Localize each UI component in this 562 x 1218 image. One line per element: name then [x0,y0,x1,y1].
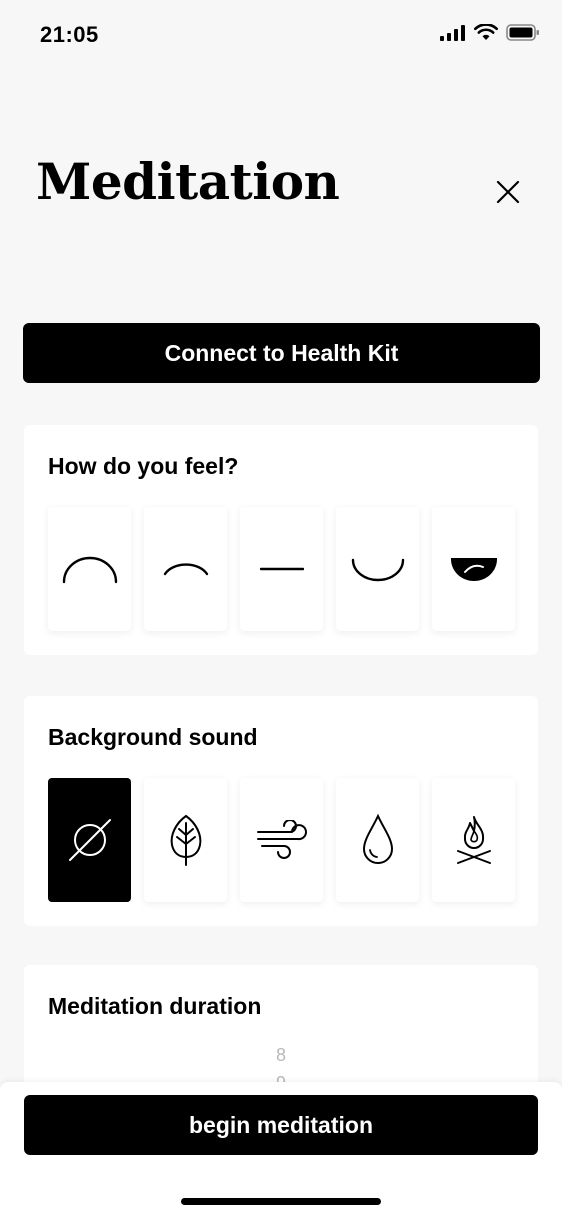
happy-icon [351,558,404,582]
mood-option-happy[interactable] [336,507,419,631]
mood-option-very-sad[interactable] [48,507,131,631]
wifi-icon [474,24,498,40]
mood-option-neutral[interactable] [240,507,323,631]
mood-option-sad[interactable] [144,507,227,631]
page-title: Meditation [36,152,340,211]
no-sound-icon [68,819,111,861]
close-button[interactable] [490,174,526,210]
status-bar: 21:05 [0,0,562,70]
cellular-signal-icon [440,24,465,41]
very-happy-icon [450,558,497,581]
sound-card-title: Background sound [48,724,258,750]
home-indicator [181,1198,381,1205]
connect-health-kit-button[interactable]: Connect to Health Kit [23,323,540,383]
status-icons [440,24,540,41]
sound-option-wind[interactable] [240,778,323,902]
mood-option-very-happy[interactable] [432,507,515,631]
wind-icon [256,820,307,859]
duration-card-title: Meditation duration [48,993,262,1019]
picker-value: 8 [275,1045,286,1065]
sound-card: Background sound [24,696,538,926]
mood-options [48,507,515,631]
sound-option-rain[interactable] [336,778,419,902]
rain-drop-icon [362,813,393,864]
feel-card-title: How do you feel? [48,453,239,479]
sound-option-forest[interactable] [144,778,227,902]
forest-leaf-icon [170,814,201,866]
sound-option-none[interactable] [48,778,131,902]
sound-option-campfire[interactable] [432,778,515,902]
very-sad-icon [62,556,117,584]
status-time: 21:05 [40,22,99,47]
bottom-sheet: begin meditation [0,1082,562,1218]
sad-icon [163,563,208,576]
feel-card: How do you feel? [24,425,538,655]
sound-options [48,778,515,902]
battery-icon [506,24,539,41]
begin-meditation-button[interactable]: begin meditation [24,1095,538,1155]
neutral-icon [259,567,304,571]
campfire-icon [456,816,491,864]
close-icon [496,180,520,204]
